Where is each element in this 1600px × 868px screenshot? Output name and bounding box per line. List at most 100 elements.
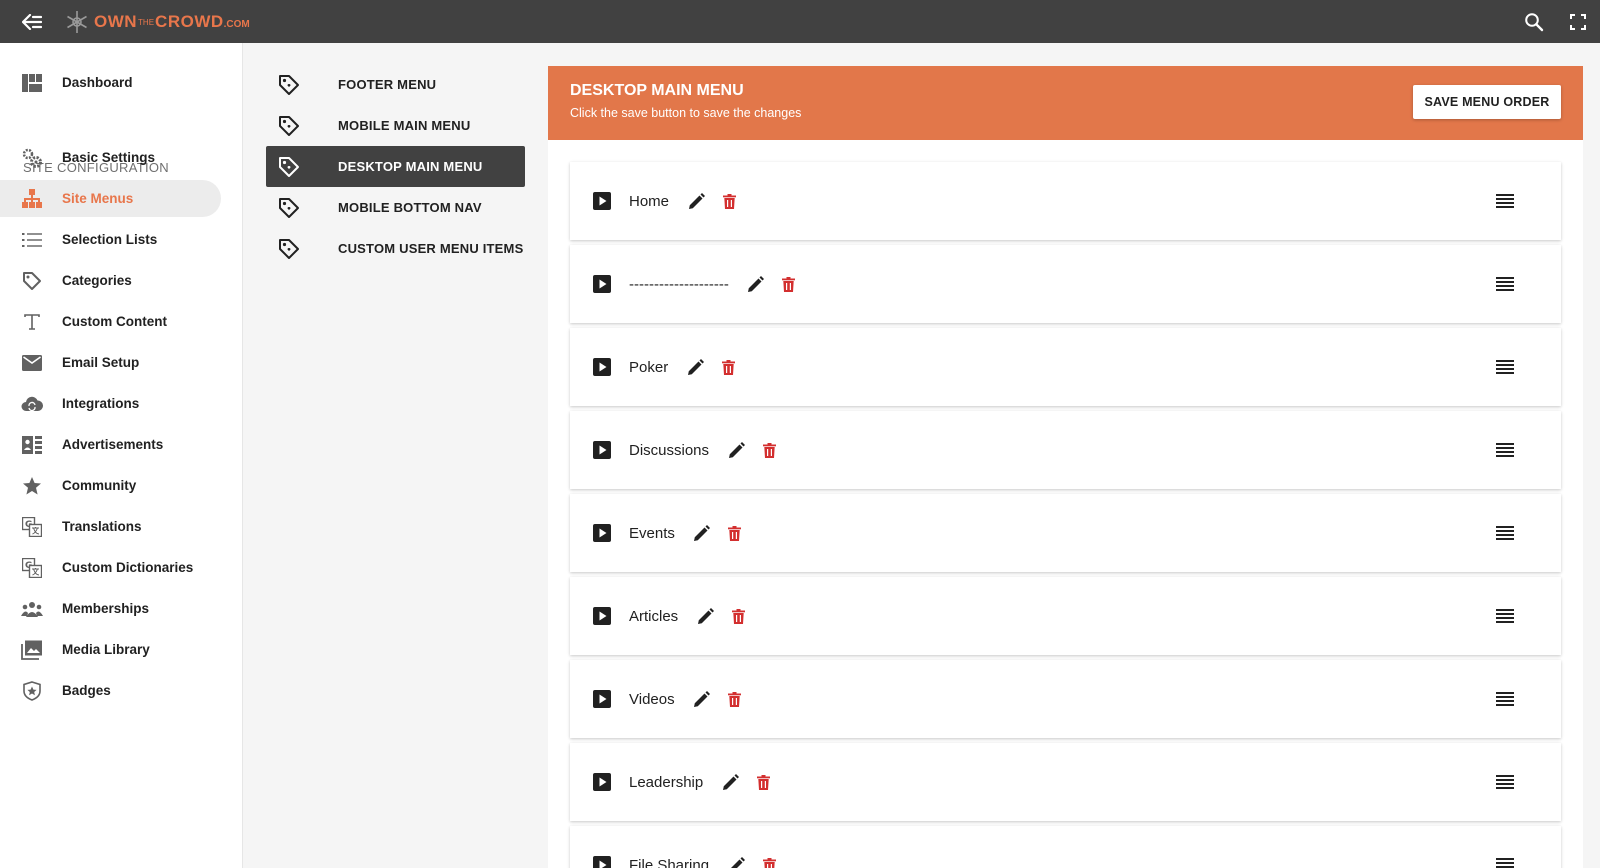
drag-handle[interactable] — [1495, 689, 1515, 709]
pencil-icon — [728, 441, 745, 458]
menu-item-label: Poker — [629, 358, 669, 376]
edit-button[interactable] — [693, 524, 711, 542]
expand-play-icon[interactable] — [592, 191, 612, 211]
drag-handle[interactable] — [1495, 440, 1515, 460]
back-arrow-button[interactable] — [0, 0, 64, 43]
menu-item-row[interactable]: Articles — [570, 577, 1561, 655]
drag-handle-icon — [1496, 858, 1514, 868]
delete-button[interactable] — [727, 690, 743, 708]
menu-item-row[interactable]: Discussions — [570, 411, 1561, 489]
badge-icon — [21, 680, 43, 702]
delete-button[interactable] — [781, 275, 797, 293]
expand-play-icon[interactable] — [592, 440, 612, 460]
trash-icon — [728, 525, 742, 541]
menu-type-mobile-bottom-nav[interactable]: MOBILE BOTTOM NAV — [266, 187, 525, 228]
sidebar-item-email-setup[interactable]: Email Setup — [0, 344, 221, 381]
brand-logo[interactable]: OWNTHECROWD.COM — [64, 0, 250, 43]
save-menu-order-button[interactable]: SAVE MENU ORDER — [1413, 85, 1561, 119]
dashboard-icon — [21, 72, 43, 94]
sidebar-item-dashboard[interactable]: Dashboard — [0, 64, 221, 101]
menu-item-row[interactable]: File Sharing — [570, 826, 1561, 868]
sidebar-item-label: Dashboard — [62, 75, 133, 90]
menu-type-mobile-main-menu[interactable]: MOBILE MAIN MENU — [266, 105, 525, 146]
sidebar-item-site-menus[interactable]: Site Menus — [0, 180, 221, 217]
drag-handle[interactable] — [1495, 191, 1515, 211]
drag-handle[interactable] — [1495, 523, 1515, 543]
sidebar-item-memberships[interactable]: Memberships — [0, 590, 221, 627]
delete-button[interactable] — [730, 607, 746, 625]
delete-button[interactable] — [761, 856, 777, 868]
menu-item-row[interactable]: Poker — [570, 328, 1561, 406]
edit-button[interactable] — [721, 773, 739, 791]
sidebar-item-custom-content[interactable]: Custom Content — [0, 303, 221, 340]
edit-button[interactable] — [693, 690, 711, 708]
edit-button[interactable] — [687, 192, 705, 210]
expand-play-icon[interactable] — [592, 606, 612, 626]
pencil-icon — [694, 690, 711, 707]
edit-button[interactable] — [727, 441, 745, 459]
drag-handle[interactable] — [1495, 606, 1515, 626]
menu-type-label: DESKTOP MAIN MENU — [338, 159, 483, 174]
sidebar-item-label: Site Menus — [62, 191, 134, 206]
edit-button[interactable] — [696, 607, 714, 625]
text-icon — [21, 311, 43, 333]
drag-handle[interactable] — [1495, 357, 1515, 377]
sidebar-item-media-library[interactable]: Media Library — [0, 631, 221, 668]
menu-type-desktop-main-menu[interactable]: DESKTOP MAIN MENU — [266, 146, 525, 187]
expand-play-icon[interactable] — [592, 689, 612, 709]
trash-icon — [762, 442, 776, 458]
menu-item-row[interactable]: Events — [570, 494, 1561, 572]
drag-handle[interactable] — [1495, 855, 1515, 868]
delete-button[interactable] — [761, 441, 777, 459]
edit-button[interactable] — [686, 358, 704, 376]
delete-button[interactable] — [720, 358, 736, 376]
edit-button[interactable] — [727, 856, 745, 868]
delete-button[interactable] — [755, 773, 771, 791]
delete-button[interactable] — [727, 524, 743, 542]
sidebar-item-selection-lists[interactable]: Selection Lists — [0, 221, 221, 258]
menu-item-row[interactable]: Home — [570, 162, 1561, 240]
drag-handle[interactable] — [1495, 772, 1515, 792]
menu-item-label: File Sharing — [629, 856, 710, 868]
menu-item-row[interactable]: -------------------- — [570, 245, 1561, 323]
sidebar-item-community[interactable]: Community — [0, 467, 221, 504]
pencil-icon — [730, 856, 745, 868]
sidebar-item-label: Advertisements — [62, 437, 164, 452]
snowflake-logo-icon — [67, 10, 87, 33]
panel-title: DESKTOP MAIN MENU — [570, 82, 744, 99]
sidebar-item-categories[interactable]: Categories — [0, 262, 221, 299]
sidebar-item-advertisements[interactable]: Advertisements — [0, 426, 221, 463]
sidebar-item-basic-settings[interactable]: Basic Settings — [0, 139, 221, 176]
expand-play-icon[interactable] — [592, 772, 612, 792]
expand-play-icon[interactable] — [592, 274, 612, 294]
fullscreen-icon — [1570, 13, 1586, 30]
search-button[interactable] — [1512, 0, 1556, 43]
expand-play-icon[interactable] — [592, 523, 612, 543]
menu-type-footer-menu[interactable]: FOOTER MENU — [266, 64, 525, 105]
edit-button[interactable] — [747, 275, 765, 293]
sidebar-item-label: Memberships — [62, 601, 150, 616]
sidebar-item-badges[interactable]: Badges — [0, 672, 221, 709]
sidebar-item-label: Translations — [62, 519, 142, 534]
expand-play-icon[interactable] — [592, 357, 612, 377]
trash-icon — [762, 857, 776, 868]
gears-icon — [21, 147, 43, 169]
expand-play-icon[interactable] — [592, 855, 612, 868]
sidebar-item-integrations[interactable]: Integrations — [0, 385, 221, 422]
menu-item-row[interactable]: Videos — [570, 660, 1561, 738]
menu-type-custom-user-menu-items[interactable]: CUSTOM USER MENU ITEMS — [266, 228, 525, 269]
sidebar-item-custom-dictionaries[interactable]: G Custom Dictionaries — [0, 549, 221, 586]
menu-item-label: -------------------- — [629, 275, 729, 293]
drag-handle-icon — [1496, 360, 1514, 374]
trash-icon — [722, 193, 736, 209]
delete-button[interactable] — [721, 192, 737, 210]
sidebar-item-translations[interactable]: G Translations — [0, 508, 221, 545]
sidebar-item-label: Selection Lists — [62, 232, 158, 247]
menu-item-row[interactable]: Leadership — [570, 743, 1561, 821]
sitemap-icon — [21, 188, 43, 210]
fullscreen-button[interactable] — [1556, 0, 1600, 43]
menu-item-label: Videos — [629, 690, 675, 708]
drag-handle[interactable] — [1495, 274, 1515, 294]
drag-handle-icon — [1496, 775, 1514, 789]
menu-item-label: Leadership — [629, 773, 704, 791]
